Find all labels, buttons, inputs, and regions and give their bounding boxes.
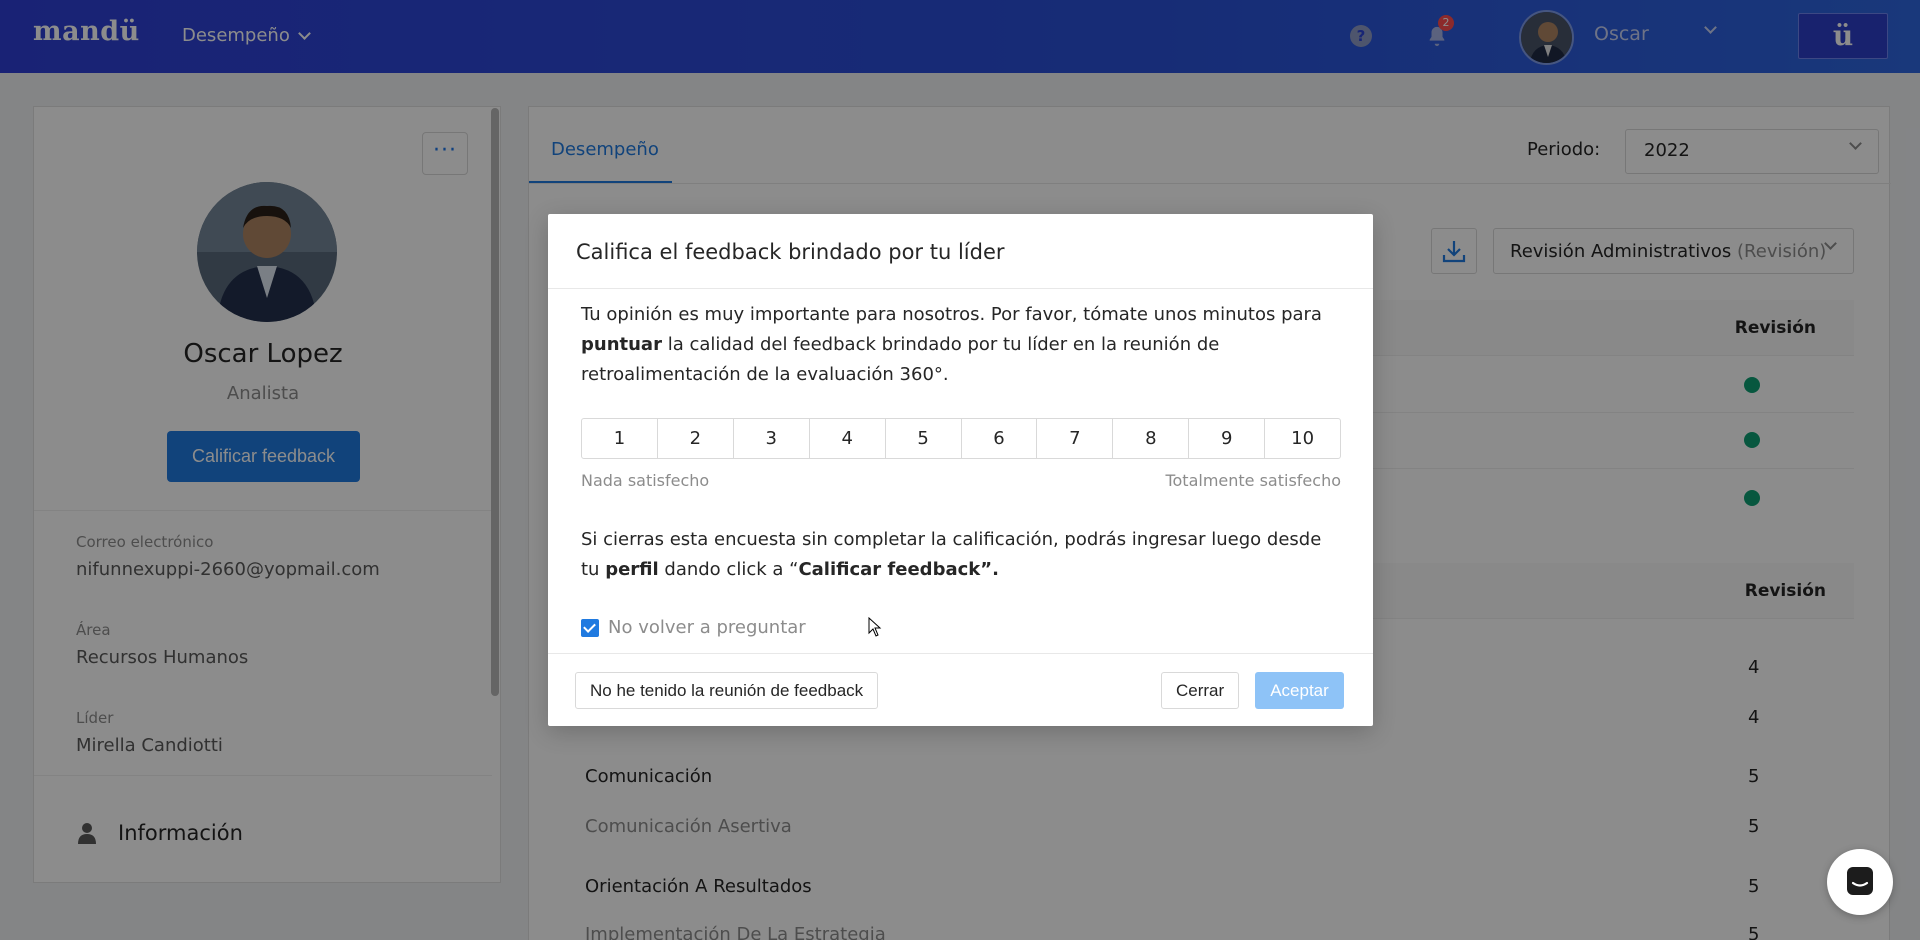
rating-option-1[interactable]: 1 bbox=[582, 419, 658, 458]
checkbox-checked-icon[interactable] bbox=[581, 618, 599, 637]
rating-option-4[interactable]: 4 bbox=[810, 419, 886, 458]
feedback-rating-modal: Califica el feedback brindado por tu líd… bbox=[548, 214, 1373, 726]
chat-icon bbox=[1847, 867, 1873, 895]
scale-min-label: Nada satisfecho bbox=[581, 471, 710, 490]
rating-option-8[interactable]: 8 bbox=[1113, 419, 1190, 458]
rating-scale: 1 2 3 4 5 6 7 8 9 10 bbox=[581, 418, 1341, 459]
scale-max-label: Totalmente satisfecho bbox=[1165, 471, 1341, 490]
rating-option-5[interactable]: 5 bbox=[886, 419, 962, 458]
rating-option-7[interactable]: 7 bbox=[1037, 419, 1114, 458]
checkbox-label: No volver a preguntar bbox=[608, 617, 806, 638]
modal-title: Califica el feedback brindado por tu líd… bbox=[548, 214, 1373, 289]
rating-option-6[interactable]: 6 bbox=[962, 419, 1038, 458]
no-meeting-button[interactable]: No he tenido la reunión de feedback bbox=[575, 672, 879, 709]
chat-launcher-button[interactable] bbox=[1827, 849, 1893, 915]
rating-option-2[interactable]: 2 bbox=[658, 419, 734, 458]
close-button[interactable]: Cerrar bbox=[1161, 672, 1240, 709]
modal-note: Si cierras esta encuesta sin completar l… bbox=[581, 529, 1322, 580]
modal-footer: No he tenido la reunión de feedback Cerr… bbox=[548, 653, 1373, 726]
modal-intro: Tu opinión es muy importante para nosotr… bbox=[581, 304, 1322, 385]
mouse-cursor-icon bbox=[868, 617, 882, 637]
rating-option-9[interactable]: 9 bbox=[1189, 419, 1266, 458]
accept-button[interactable]: Aceptar bbox=[1255, 672, 1344, 709]
rating-option-3[interactable]: 3 bbox=[734, 419, 810, 458]
dont-ask-again-checkbox[interactable]: No volver a preguntar bbox=[581, 617, 806, 638]
rating-option-10[interactable]: 10 bbox=[1265, 419, 1340, 458]
